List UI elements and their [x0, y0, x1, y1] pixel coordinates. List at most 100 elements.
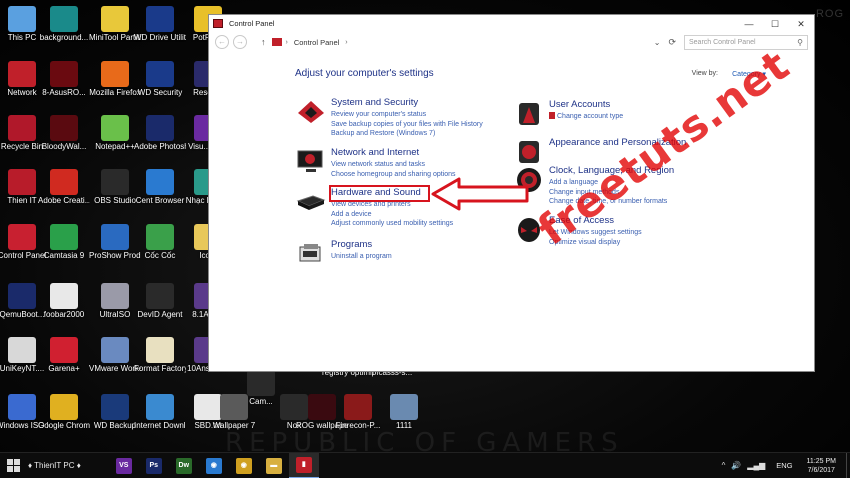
app-icon	[146, 115, 174, 141]
desktop-icon-label: DevID Agent	[137, 310, 183, 319]
maximize-button[interactable]: ☐	[762, 16, 788, 32]
cent-browser-icon: ◉	[205, 457, 222, 474]
arrow-icon	[431, 177, 529, 211]
language-indicator[interactable]: ENG	[776, 461, 792, 470]
app-icon	[101, 283, 129, 309]
desktop-icon[interactable]: Adobe Photosh...	[134, 113, 186, 171]
desktop-icon-label: Wallpaper 7	[212, 421, 256, 430]
link-review-status[interactable]: Review your computer's status	[331, 110, 483, 120]
app-icon	[8, 394, 36, 420]
desktop-icon[interactable]: Adobe Creati...	[38, 167, 90, 225]
tray-chevron-icon[interactable]: ^	[722, 461, 726, 470]
user-accounts-icon	[519, 103, 539, 125]
close-button[interactable]: ✕	[788, 16, 814, 32]
desktop-icon-label: Internet Downlo...	[134, 421, 186, 430]
category-title[interactable]: User Accounts	[549, 99, 610, 110]
desktop-icon-label: background...	[39, 33, 89, 42]
desktop-icon-label: WD Security	[137, 88, 183, 97]
address-arrow[interactable]: ›	[345, 39, 347, 46]
clock[interactable]: 11:25 PM 7/6/2017	[807, 457, 836, 475]
clock-time: 11:25 PM	[806, 457, 836, 465]
desktop-icon[interactable]: Google Chrome	[38, 392, 90, 450]
refresh-button[interactable]: ⟳	[668, 37, 676, 48]
taskbar-photoshop-button[interactable]: Ps	[139, 453, 169, 478]
control-panel-icon	[213, 19, 223, 28]
show-desktop-button[interactable]	[846, 452, 850, 478]
clock-date: 7/6/2017	[807, 466, 835, 474]
taskbar-visual-studio-button[interactable]: VS	[109, 453, 139, 478]
back-button[interactable]: ←	[215, 35, 229, 49]
network-icon[interactable]: ▂▄▆	[747, 461, 765, 470]
app-icon	[101, 337, 129, 363]
address-history-button[interactable]: ⌄	[654, 38, 661, 47]
appearance-icon	[519, 141, 539, 163]
up-button[interactable]: ↑	[261, 37, 266, 47]
link-mobility-settings[interactable]: Adjust commonly used mobility settings	[331, 219, 453, 229]
minimize-button[interactable]: —	[736, 16, 762, 32]
desktop-icon-label: 8-AsusRO...	[42, 88, 86, 97]
search-icon[interactable]: ⚲	[797, 38, 803, 47]
link-file-history[interactable]: Save backup copies of your files with Fi…	[331, 120, 483, 130]
programs-icon	[299, 244, 321, 262]
highlight-box	[329, 185, 430, 202]
category-title[interactable]: System and Security	[331, 97, 418, 108]
desktop-icon[interactable]: Cent Browser	[134, 167, 186, 225]
title-bar[interactable]: Control Panel — ☐ ✕	[209, 15, 814, 32]
taskbar-control-panel-button[interactable]: ▮	[288, 452, 319, 478]
forward-button[interactable]: →	[233, 35, 247, 49]
desktop-icon[interactable]: Format Factory	[134, 335, 186, 393]
window-title: Control Panel	[229, 19, 275, 28]
app-icon	[146, 337, 174, 363]
system-tray: ^ 🔊 ▂▄▆ ENG 11:25 PM 7/6/2017	[719, 452, 850, 478]
desktop-icon-label: Cốc Cốc	[144, 251, 176, 260]
link-change-account-type[interactable]: Change account type	[549, 112, 623, 122]
desktop-icon[interactable]: DevID Agent	[134, 281, 186, 339]
desktop-icon[interactable]: Wallpaper 7	[208, 392, 260, 450]
desktop-icon[interactable]: WD Security	[134, 59, 186, 117]
link-backup-restore[interactable]: Backup and Restore (Windows 7)	[331, 129, 483, 139]
taskbar-dreamweaver-button[interactable]: Dw	[169, 453, 199, 478]
desktop-icon[interactable]: Cốc Cốc	[134, 222, 186, 280]
link-network-status[interactable]: View network status and tasks	[331, 160, 456, 170]
control-panel-window[interactable]: Control Panel — ☐ ✕ ← → ↑ › Control Pane…	[208, 14, 815, 372]
category-title[interactable]: Programs	[331, 239, 372, 250]
desktop-icon-label: Cent Browser	[135, 196, 185, 205]
desktop-icon[interactable]: Garena+	[38, 335, 90, 393]
taskbar-file-explorer-button[interactable]: ▬	[259, 453, 289, 478]
app-icon	[50, 115, 78, 141]
app-icon	[101, 394, 129, 420]
category-system-security[interactable]: System and Security Review your computer…	[295, 97, 515, 141]
desktop-icon-label: foobar2000	[43, 310, 85, 319]
link-uninstall-program[interactable]: Uninstall a program	[331, 252, 392, 262]
address-path[interactable]: Control Panel	[294, 38, 339, 47]
desktop-icon[interactable]: Internet Downlo...	[134, 392, 186, 450]
desktop-icon-label: Adobe Creati...	[38, 196, 90, 205]
category-title[interactable]: Network and Internet	[331, 147, 419, 158]
desktop-icon[interactable]: Camtasia 9	[38, 222, 90, 280]
toolbar-user-label[interactable]: ♦ ThienIT PC ♦	[28, 461, 81, 470]
app-icon	[101, 224, 129, 250]
desktop-icon[interactable]: background...	[38, 4, 90, 62]
volume-icon[interactable]: 🔊	[731, 461, 741, 470]
app-icon	[101, 115, 129, 141]
photoshop-icon: Ps	[145, 457, 162, 474]
search-placeholder[interactable]: Search Control Panel	[689, 39, 797, 46]
taskbar-cent-browser-button[interactable]: ◉	[199, 453, 229, 478]
desktop-icon-label: Google Chrome	[38, 421, 90, 430]
desktop: ROG REPUBLIC OF GAMERS This PC Network Rec…	[0, 0, 850, 458]
app-icon	[220, 394, 248, 420]
address-right: ⌄ ⟳ Search Control Panel ⚲	[654, 34, 808, 50]
desktop-icon[interactable]: pfcasss-s...	[366, 368, 418, 426]
desktop-icon[interactable]: BloodyWal...	[38, 113, 90, 171]
chrome-icon: ◉	[235, 457, 252, 474]
start-button[interactable]	[0, 453, 26, 478]
desktop-icon[interactable]: WD Drive Utilities	[134, 4, 186, 62]
desktop-icon[interactable]: foobar2000	[38, 281, 90, 339]
desktop-icon[interactable]: 8-AsusRO...	[38, 59, 90, 117]
app-icon	[50, 6, 78, 32]
category-programs[interactable]: Programs Uninstall a program	[295, 239, 515, 271]
desktop-icon-label: Format Factory	[134, 364, 186, 373]
search-input[interactable]: Search Control Panel ⚲	[684, 34, 808, 50]
taskbar-chrome-button[interactable]: ◉	[229, 453, 259, 478]
address-separator[interactable]: ›	[286, 39, 288, 46]
